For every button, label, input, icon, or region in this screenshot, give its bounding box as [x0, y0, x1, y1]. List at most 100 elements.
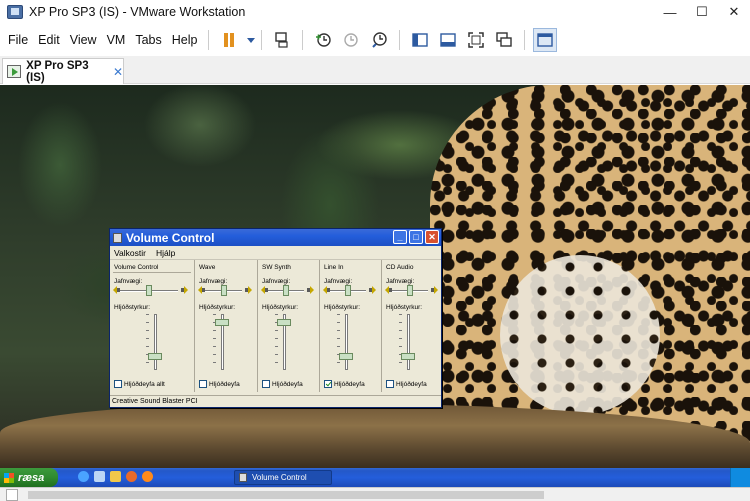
speaker-right-icon — [369, 286, 377, 294]
balance-label: Jafnvægi: — [324, 278, 353, 285]
balance-slider[interactable] — [407, 285, 413, 296]
mute-checkbox[interactable] — [199, 380, 207, 388]
show-desktop-icon[interactable] — [94, 471, 105, 482]
console-view-icon[interactable] — [533, 28, 558, 52]
maximize-button[interactable]: ☐ — [686, 0, 718, 24]
menu-hjalp[interactable]: Hjálp — [156, 248, 175, 258]
speaker-right-icon — [245, 286, 253, 294]
guest-taskbar: ræsa Volume Control — [0, 468, 750, 487]
channel-name: Volume Control — [114, 264, 159, 271]
mute-checkbox-row[interactable]: Hljóðdeyfa — [324, 380, 365, 388]
balance-slider[interactable] — [345, 285, 351, 296]
thumbnail-bar-icon[interactable] — [436, 28, 460, 52]
balance-slider[interactable] — [221, 285, 227, 296]
channel-name: CD Audio — [386, 264, 414, 271]
quick-launch — [78, 471, 153, 482]
balance-label: Jafnvægi: — [199, 278, 228, 285]
volume-window-title: Volume Control — [126, 230, 215, 245]
revert-snapshot-icon[interactable] — [339, 28, 363, 52]
volume-minimize-button[interactable]: _ — [393, 230, 407, 244]
toolbar-separator — [524, 30, 526, 50]
volume-window-controls: _ □ ✕ — [393, 230, 439, 244]
system-tray[interactable] — [730, 468, 750, 487]
menu-help[interactable]: Help — [167, 33, 203, 47]
mute-checkbox[interactable] — [386, 380, 394, 388]
horizontal-scrollbar[interactable] — [28, 491, 544, 499]
full-screen-icon[interactable] — [464, 28, 488, 52]
volume-close-button[interactable]: ✕ — [425, 230, 439, 244]
vmware-app-icon — [7, 5, 23, 19]
firefox-icon[interactable] — [142, 471, 153, 482]
volume-slider[interactable] — [148, 353, 162, 360]
tab-xp-pro-sp3[interactable]: XP Pro SP3 (IS) ✕ — [2, 58, 124, 84]
unity-icon[interactable] — [492, 28, 516, 52]
column-divider — [113, 272, 191, 273]
status-icon[interactable] — [6, 489, 18, 501]
pause-dropdown-icon[interactable] — [247, 37, 256, 43]
mixer-channel: SW Synth Jafnvægi: Hljóðstyrkur: Hljóðdeyfa — [257, 260, 319, 392]
mute-checkbox[interactable] — [262, 380, 270, 388]
start-button[interactable]: ræsa — [0, 468, 58, 487]
channel-name: Wave — [199, 264, 216, 271]
library-icon[interactable] — [408, 28, 432, 52]
balance-slider[interactable] — [283, 285, 289, 296]
volume-ticks — [146, 314, 149, 370]
taskbar-item-label: Volume Control — [252, 473, 307, 482]
volume-label: Hljóðstyrkur: — [114, 304, 151, 311]
mixer-channel: Wave Jafnvægi: Hljóðstyrkur: Hljóðdeyfa — [194, 260, 257, 392]
mixer-columns: Volume Control Jafnvægi: Hljóðstyrkur: Hljó… — [110, 260, 441, 394]
speaker-right-icon — [181, 286, 189, 294]
volume-label: Hljóðstyrkur: — [199, 304, 236, 311]
balance-label: Jafnvægi: — [114, 278, 143, 285]
minimize-button[interactable]: — — [654, 0, 686, 24]
app-titlebar: XP Pro SP3 (IS) - VMware Workstation — ☐… — [0, 0, 750, 24]
mixer-channel: Line In Jafnvægi: Hljóðstyrkur: Hljóðdeyfa — [319, 260, 381, 392]
volume-track — [154, 314, 157, 370]
volume-titlebar[interactable]: Volume Control _ □ ✕ — [110, 229, 441, 246]
tab-close-icon[interactable]: ✕ — [113, 65, 123, 79]
pause-icon[interactable] — [217, 28, 241, 52]
mute-checkbox[interactable] — [114, 380, 122, 388]
balance-slider[interactable] — [146, 285, 152, 296]
mute-checkbox-row[interactable]: Hljóðdeyfa — [386, 380, 427, 388]
window-controls: — ☐ ✕ — [654, 0, 750, 24]
volume-slider[interactable] — [401, 353, 415, 360]
volume-menubar: Valkostir Hjálp — [110, 246, 441, 260]
volume-maximize-button[interactable]: □ — [409, 230, 423, 244]
volume-label: Hljóðstyrkur: — [262, 304, 299, 311]
menu-tabs[interactable]: Tabs — [130, 33, 166, 47]
volume-slider[interactable] — [277, 319, 291, 326]
snapshot-manager-icon[interactable] — [367, 28, 391, 52]
send-ctrl-alt-del-icon[interactable] — [270, 28, 294, 52]
windows-explorer-icon[interactable] — [110, 471, 121, 482]
menu-edit[interactable]: Edit — [33, 33, 65, 47]
internet-explorer-icon[interactable] — [78, 471, 89, 482]
menu-vm[interactable]: VM — [102, 33, 131, 47]
mute-checkbox-row[interactable]: Hljóðdeyfa — [199, 380, 240, 388]
volume-label: Hljóðstyrkur: — [386, 304, 423, 311]
volume-slider[interactable] — [215, 319, 229, 326]
close-button[interactable]: ✕ — [718, 0, 750, 24]
taskbar-item-volume-control[interactable]: Volume Control — [234, 470, 332, 485]
mute-checkbox-row[interactable]: Hljóðdeyfa allt — [114, 380, 165, 388]
toolbar-separator — [261, 30, 263, 50]
volume-label: Hljóðstyrkur: — [324, 304, 361, 311]
volume-slider[interactable] — [339, 353, 353, 360]
snapshot-icon[interactable] — [311, 28, 335, 52]
balance-label: Jafnvægi: — [262, 278, 291, 285]
media-player-icon[interactable] — [126, 471, 137, 482]
mixer-channel: Volume Control Jafnvægi: Hljóðstyrkur: Hljó… — [110, 260, 194, 392]
mute-checkbox[interactable] — [324, 380, 332, 388]
speaker-right-icon — [431, 286, 439, 294]
mute-label: Hljóðdeyfa allt — [124, 380, 165, 388]
vmware-statusbar — [0, 487, 750, 501]
mute-checkbox-row[interactable]: Hljóðdeyfa — [262, 380, 303, 388]
menu-view[interactable]: View — [65, 33, 102, 47]
toolbar-separator — [208, 30, 210, 50]
mute-label: Hljóðdeyfa — [209, 380, 240, 388]
menu-valkostir[interactable]: Valkostir — [114, 248, 146, 258]
menu-file[interactable]: File — [0, 33, 33, 47]
volume-ticks — [337, 314, 340, 370]
wallpaper-jaguar-chest — [500, 255, 660, 415]
channel-name: Line In — [324, 264, 344, 271]
